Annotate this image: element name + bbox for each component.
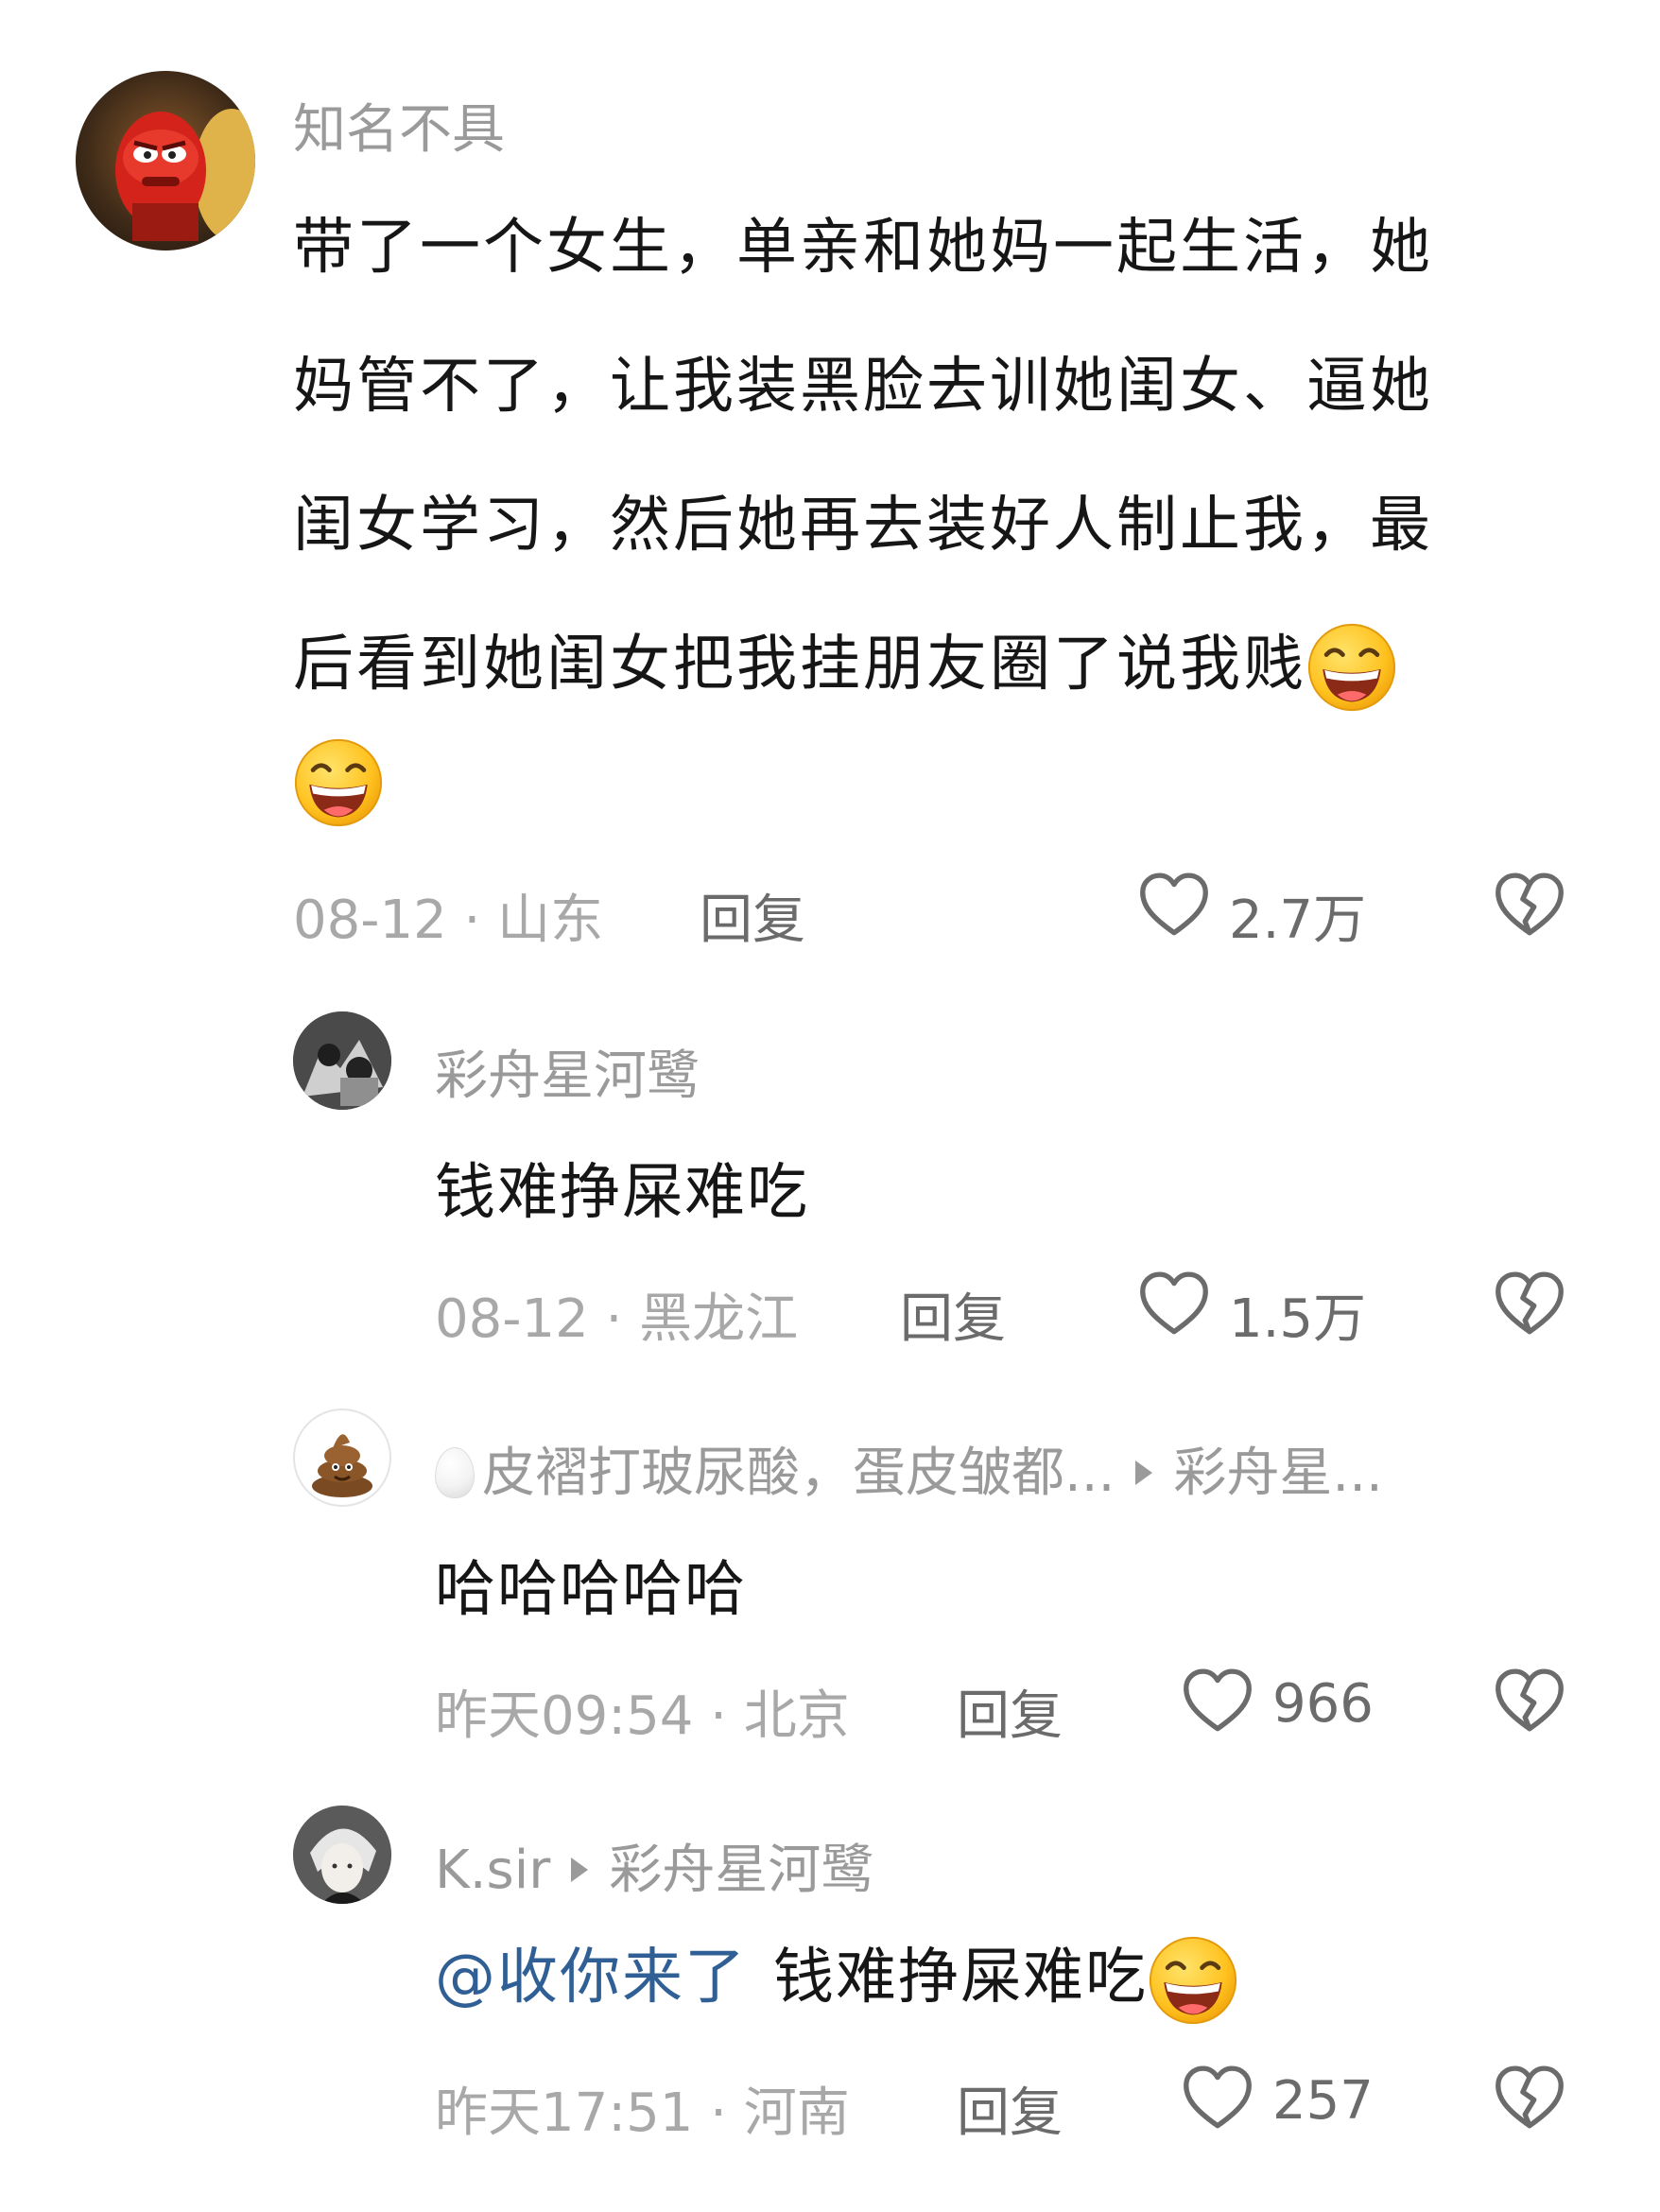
reply-timestamp-location: 昨天17:51 · 河南 [435, 2082, 850, 2144]
avatar-image [293, 1806, 391, 1904]
comment-content-line: 后看到她闺女把我挂朋友圈了说我贱 [293, 615, 1397, 713]
broken-heart-icon[interactable] [1494, 2065, 1565, 2131]
like-count: 2.7万 [1229, 890, 1367, 951]
comment-content-line: 闺女学习，然后她再去装好人制止我，最 [293, 491, 1433, 561]
avatar[interactable] [293, 1408, 391, 1507]
reply-button[interactable]: 回复 [900, 1276, 1006, 1353]
reply-button[interactable]: 回复 [700, 877, 805, 954]
reply-content: 钱难挣屎难吃 [435, 1158, 809, 1228]
reply-target-username[interactable]: 彩舟星... [1173, 1443, 1382, 1504]
avatar[interactable] [76, 71, 255, 251]
like-count: 257 [1272, 2070, 1374, 2132]
avatar-image [293, 1011, 391, 1110]
like-count: 1.5万 [1229, 1288, 1367, 1350]
comment-content-text: 后看到她闺女把我挂朋友圈了说我贱 [293, 630, 1306, 700]
reply-content: 哈哈哈哈哈 [435, 1555, 747, 1625]
reply-content-text: 钱难挣屎难吃 [773, 1943, 1148, 2013]
reply-username-line: K.sir 彩舟星河鹭 [435, 1827, 873, 1904]
heart-outline-icon[interactable] [1182, 2065, 1254, 2131]
comment-content-line: 妈管不了，让我装黑脸去训她闺女、逼她 [293, 352, 1433, 422]
reply-timestamp-location: 08-12 · 黑龙江 [435, 1288, 799, 1350]
grinning-face-emoji [293, 737, 384, 828]
broken-heart-icon[interactable] [1494, 872, 1565, 938]
egg-emoji [435, 1446, 475, 1498]
heart-outline-icon[interactable] [1138, 1270, 1210, 1337]
avatar[interactable] [293, 1011, 391, 1110]
reply-content: @收你来了 钱难挣屎难吃 [435, 1928, 1238, 2026]
broken-heart-icon[interactable] [1494, 1668, 1565, 1734]
reply-username[interactable]: K.sir [435, 1840, 550, 1901]
grinning-face-emoji [1306, 622, 1397, 713]
like-count: 966 [1272, 1673, 1374, 1735]
comment-timestamp-location: 08-12 · 山东 [293, 890, 604, 951]
grinning-face-emoji [1148, 1935, 1238, 2026]
reply-username[interactable]: 皮褶打玻尿酸，蛋皮皱都... [482, 1443, 1115, 1504]
heart-outline-icon[interactable] [1182, 1668, 1254, 1734]
reply-target-username[interactable]: 彩舟星河鹭 [609, 1840, 873, 1901]
comment-username[interactable]: 知名不具 [293, 87, 505, 164]
reply-timestamp-location: 昨天09:54 · 北京 [435, 1685, 850, 1747]
reply-username-line: 皮褶打玻尿酸，蛋皮皱都... 彩舟星... [435, 1430, 1383, 1507]
reply-button[interactable]: 回复 [957, 2070, 1063, 2147]
reply-username[interactable]: 彩舟星河鹭 [435, 1033, 700, 1110]
avatar[interactable] [293, 1806, 391, 1904]
triangle-right-icon [1135, 1460, 1153, 1485]
poop-emoji-avatar [312, 1434, 372, 1497]
avatar-image [115, 109, 255, 241]
heart-outline-icon[interactable] [1138, 872, 1210, 938]
triangle-right-icon [571, 1857, 589, 1882]
broken-heart-icon[interactable] [1494, 1270, 1565, 1337]
comment-content-line: 带了一个女生，单亲和她妈一起生活，她 [293, 213, 1433, 283]
mention-link[interactable]: @收你来了 [435, 1943, 747, 2013]
reply-button[interactable]: 回复 [957, 1673, 1063, 1750]
